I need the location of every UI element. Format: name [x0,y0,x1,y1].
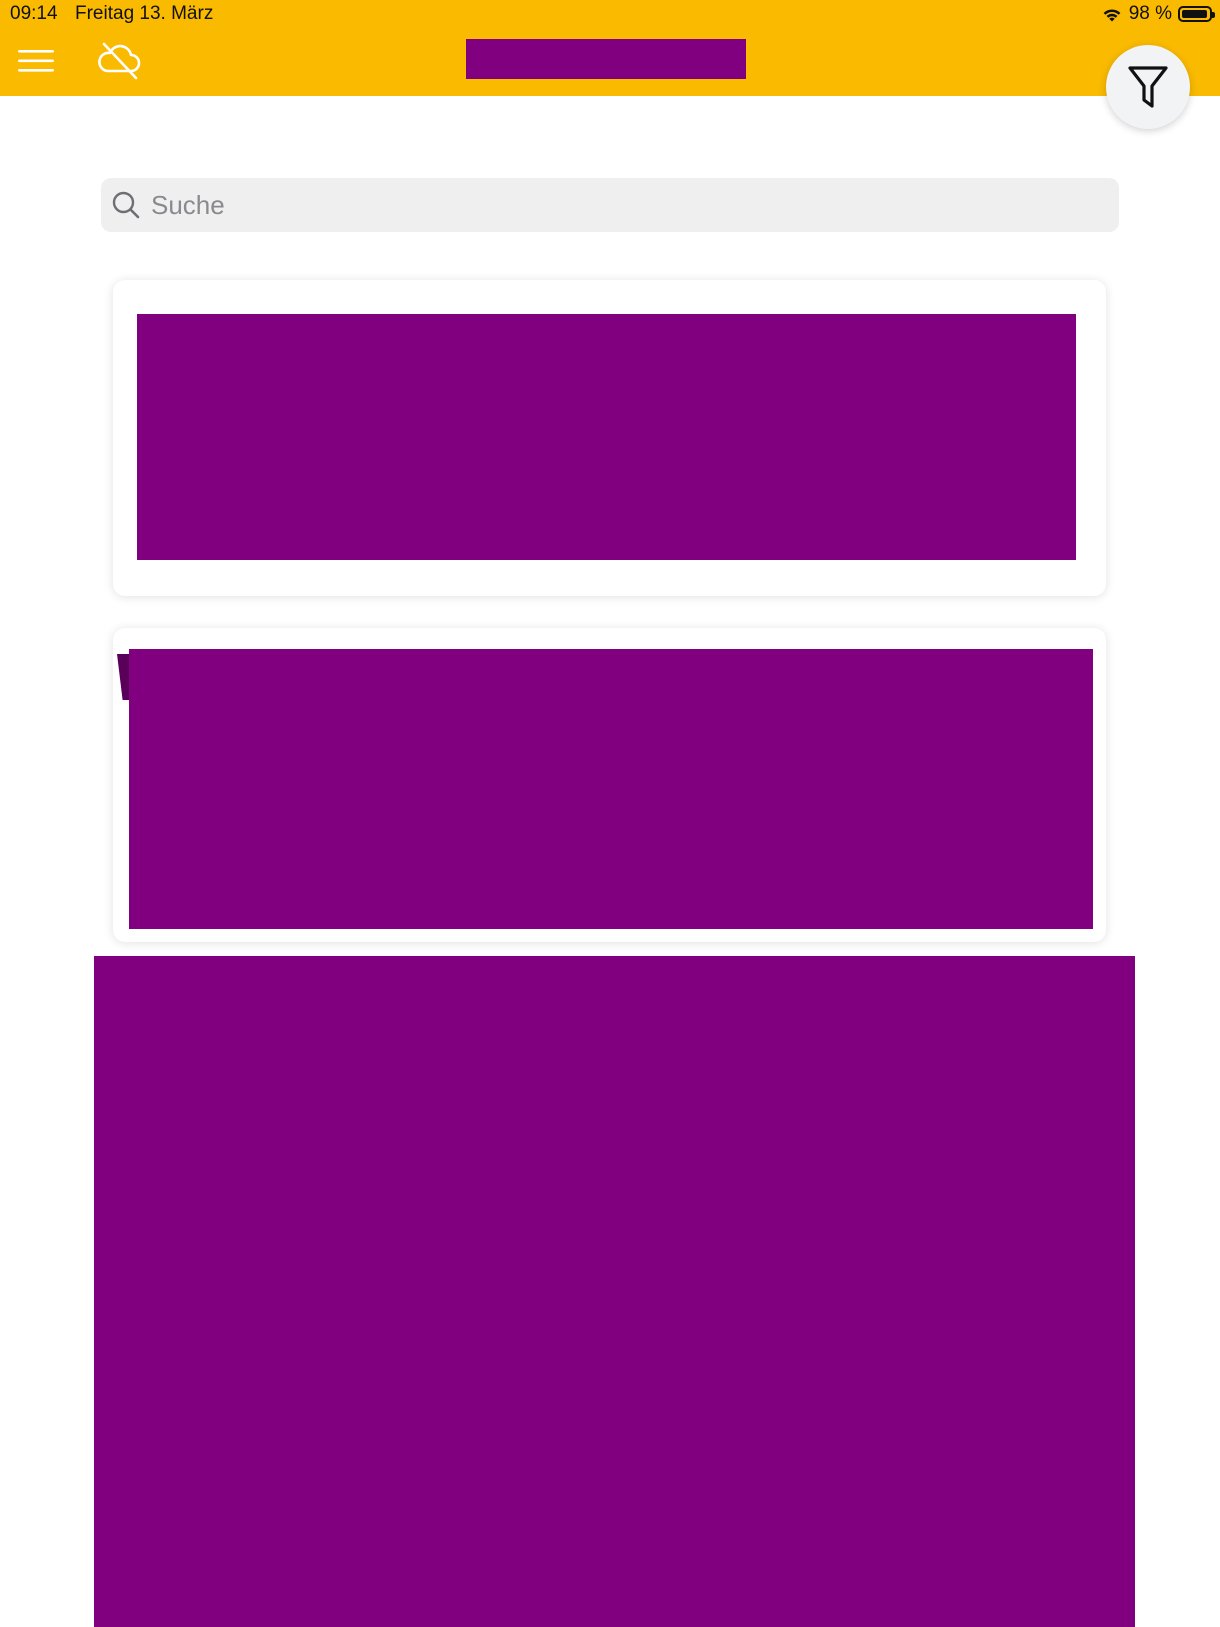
search-input[interactable] [149,188,1053,222]
status-indicators: 98 % [1101,3,1215,25]
search-bar[interactable] [101,178,1119,232]
card-content-redacted [137,314,1076,560]
card-content-redacted [129,649,1093,929]
menu-button[interactable] [18,48,56,78]
sync-status-button[interactable] [96,40,144,84]
hamburger-menu-icon [18,50,54,72]
battery-percent: 98 % [1128,3,1172,24]
filter-button[interactable] [1106,45,1190,129]
status-date: Freitag 13. März [75,3,214,24]
battery-icon [1178,6,1215,22]
search-icon [112,191,140,219]
page-title-redacted [466,39,746,79]
cloud-offline-icon [98,42,141,80]
status-time: 09:14 [10,3,58,24]
list-item[interactable] [113,628,1106,942]
filter-funnel-icon [1128,66,1168,108]
app-header: 09:14 Freitag 13. März 98 % [0,0,1220,96]
wifi-icon [1103,9,1121,22]
list-item[interactable] [113,280,1106,596]
content-redacted [94,956,1135,1627]
